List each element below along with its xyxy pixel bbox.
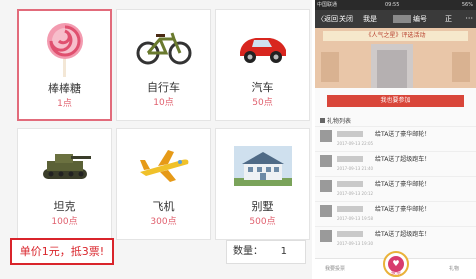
- page-title-mid: 编号: [413, 15, 427, 23]
- gift-list-title: 礼物列表: [327, 118, 352, 125]
- gift-points: 10点: [153, 98, 174, 108]
- blurred-username: [337, 181, 363, 187]
- gift-message: 给TA送了超级跑车！: [375, 156, 431, 163]
- gift-time: 2017-09-13 19:58: [337, 216, 374, 221]
- gift-name: 棒棒糖: [48, 82, 81, 95]
- gift-message: 给TA送了豪华邮轮！: [375, 181, 431, 188]
- carrier-text: 中国联通: [317, 2, 338, 8]
- blurred-username: [337, 231, 363, 237]
- back-button[interactable]: 〈返回: [317, 10, 338, 28]
- vote-label: 投票: [390, 270, 401, 276]
- blurred-username: [337, 156, 363, 162]
- quantity-stepper[interactable]: 数量： 1: [226, 240, 306, 264]
- gift-card-tank[interactable]: 坦克 100点: [17, 128, 112, 240]
- tab-my-vote[interactable]: 我要投票: [325, 265, 345, 272]
- gift-points: 300点: [150, 217, 177, 227]
- list-icon: [320, 118, 325, 123]
- gift-card-villa[interactable]: 别墅 500点: [215, 128, 310, 240]
- gift-points: 100点: [51, 217, 78, 227]
- avatar: [320, 230, 332, 242]
- battery-text: 56%: [461, 2, 473, 8]
- page-title-prefix: 我是: [363, 15, 377, 23]
- quantity-value[interactable]: 1: [281, 241, 287, 263]
- gift-name: 汽车: [251, 81, 274, 94]
- gift-panel: 棒棒糖 1点 自行车 10点 汽车 50点 坦克 100点 飞机 300点 别墅…: [0, 0, 312, 279]
- gift-points: 500点: [249, 217, 276, 227]
- join-button[interactable]: 我也要参加: [327, 95, 464, 107]
- gift-card-airplane[interactable]: 飞机 300点: [116, 128, 211, 240]
- gift-card-bicycle[interactable]: 自行车 10点: [116, 9, 211, 121]
- gift-card-car[interactable]: 汽车 50点: [215, 9, 310, 121]
- lollipop-icon: [19, 19, 110, 77]
- gift-time: 2017-09-13 21:40: [337, 166, 374, 171]
- list-item: 给TA送了超级跑车！ 2017-09-13 19:30: [315, 226, 476, 251]
- list-item: 给TA送了豪华邮轮！ 2017-09-13 19:58: [315, 201, 476, 226]
- avatar: [320, 180, 332, 192]
- avatar: [320, 155, 332, 167]
- villa-icon: [216, 137, 309, 195]
- quantity-label: 数量：: [233, 246, 263, 257]
- contestant-photo-blur: [377, 50, 407, 88]
- blurred-username: [337, 131, 363, 137]
- gift-time: 2017-09-13 22:05: [337, 141, 374, 146]
- airplane-icon: [117, 137, 210, 195]
- close-button[interactable]: 关闭: [339, 10, 353, 28]
- gift-message: 给TA送了超级跑车！: [375, 231, 431, 238]
- status-time: 09:55: [385, 2, 400, 8]
- bicycle-icon: [117, 18, 210, 76]
- list-item: 给TA送了豪华邮轮！ 2017-09-13 20:12: [315, 176, 476, 201]
- gift-name: 自行车: [147, 81, 180, 94]
- gift-name: 飞机: [152, 200, 175, 213]
- gift-time: 2017-09-13 20:12: [337, 191, 374, 196]
- vote-button[interactable]: ♥ 投票: [383, 251, 409, 277]
- gift-card-lollipop[interactable]: 棒棒糖 1点: [17, 9, 112, 121]
- list-item: 给TA送了豪华邮轮！ 2017-09-13 22:05: [315, 126, 476, 151]
- banner-decoration: [452, 52, 470, 82]
- activity-banner: 《人气之星》评选活动: [315, 28, 476, 88]
- more-menu-icon[interactable]: ···: [465, 10, 473, 28]
- nav-bar: 〈返回 关闭 我是 编号 正 ···: [315, 10, 476, 28]
- gift-message: 给TA送了豪华邮轮！: [375, 131, 431, 138]
- gift-message: 给TA送了豪华邮轮！: [375, 206, 431, 213]
- gift-points: 50点: [252, 98, 273, 108]
- gift-name: 别墅: [251, 200, 274, 213]
- gift-points: 1点: [57, 99, 72, 109]
- status-bar: 中国联通 09:55 56%: [315, 0, 476, 10]
- avatar: [320, 205, 332, 217]
- list-item: 给TA送了超级跑车！ 2017-09-13 21:40: [315, 151, 476, 176]
- phone-screenshot: 中国联通 09:55 56% 〈返回 关闭 我是 编号 正 ··· 《人气之星》…: [315, 0, 476, 279]
- tank-icon: [18, 137, 111, 195]
- bottom-tab-bar: 我要投票 ♥ 投票 礼物: [315, 251, 476, 279]
- car-icon: [216, 18, 309, 76]
- avatar: [320, 130, 332, 142]
- blurred-username: [337, 206, 363, 212]
- page-title-suffix: 正: [445, 15, 452, 23]
- banner-title: 《人气之星》评选活动: [323, 31, 468, 41]
- unit-price-note: 单价1元，抵3票!: [10, 238, 114, 265]
- tab-gifts[interactable]: 礼物: [449, 265, 459, 272]
- blurred-name: [393, 15, 411, 23]
- gift-time: 2017-09-13 19:30: [337, 241, 374, 246]
- banner-decoration: [321, 52, 339, 82]
- gift-name: 坦克: [53, 200, 76, 213]
